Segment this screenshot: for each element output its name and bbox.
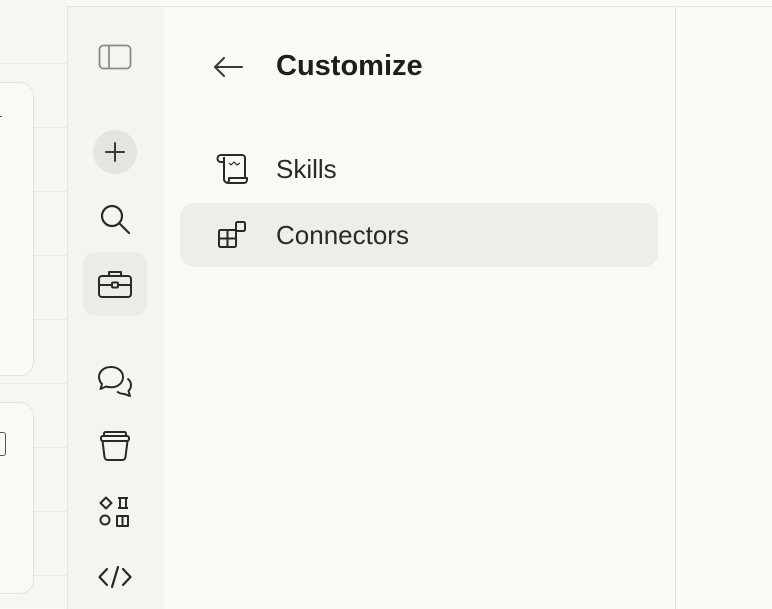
chat-bubbles-icon (97, 364, 133, 398)
icon-rail (67, 6, 165, 609)
briefcase-icon (97, 269, 133, 299)
search-icon (98, 202, 132, 236)
content-pane (675, 6, 772, 609)
blocks-icon (212, 219, 252, 251)
background-card (0, 82, 34, 376)
archive-icon (98, 430, 132, 462)
customize-button[interactable] (83, 252, 147, 316)
background-mark (0, 116, 2, 117)
projects-button[interactable] (83, 414, 147, 478)
artifacts-button[interactable] (83, 480, 147, 544)
plus-icon (103, 140, 127, 164)
menu-item-connectors[interactable]: Connectors (180, 203, 658, 267)
background-checkbox (0, 432, 6, 456)
back-button[interactable] (204, 47, 252, 87)
shapes-icon (98, 495, 132, 529)
menu-item-label: Skills (276, 153, 337, 184)
scroll-icon (212, 152, 252, 186)
code-icon (97, 564, 133, 590)
customize-panel: Customize Skills Connectors (164, 6, 674, 609)
chats-button[interactable] (83, 349, 147, 413)
new-chat-circle (93, 130, 137, 174)
menu-item-skills[interactable]: Skills (180, 137, 658, 201)
sidebar-toggle-button[interactable] (83, 25, 147, 89)
background-card (0, 402, 34, 594)
page-title: Customize (276, 50, 423, 82)
menu-item-label: Connectors (276, 219, 409, 250)
new-chat-button[interactable] (83, 120, 147, 184)
arrow-left-icon (212, 56, 244, 78)
code-button[interactable] (83, 545, 147, 609)
search-button[interactable] (83, 187, 147, 251)
sidebar-icon (98, 44, 132, 70)
